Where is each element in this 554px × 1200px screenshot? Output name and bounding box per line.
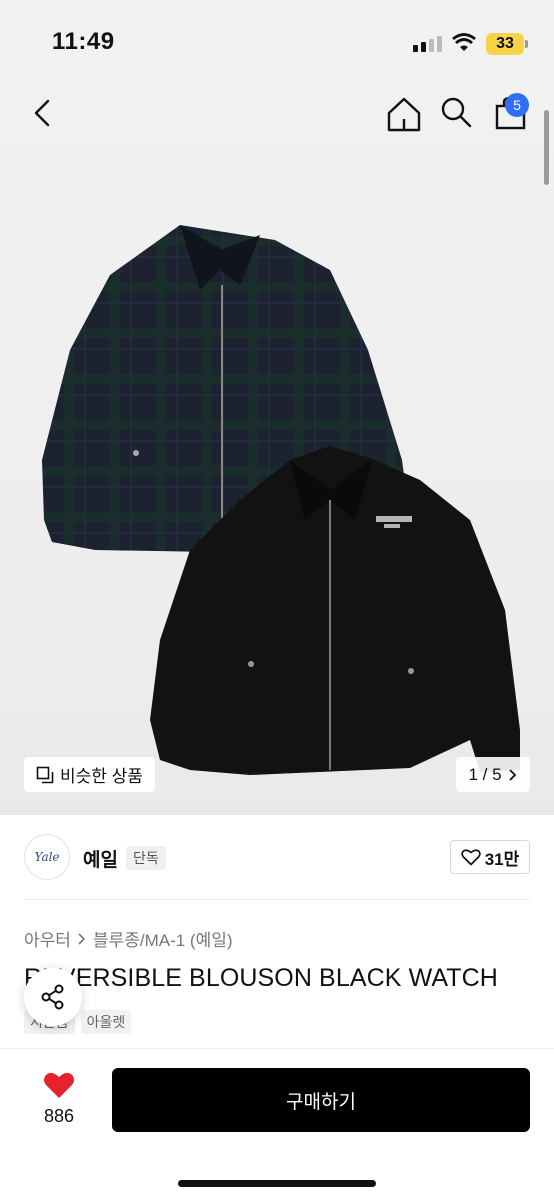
wishlist-button[interactable]: 886 bbox=[38, 1071, 80, 1127]
product-tag: 아울렛 bbox=[80, 1010, 132, 1034]
status-time: 11:49 bbox=[52, 28, 115, 55]
brand-row: Yale 예일 단독 31만 bbox=[24, 834, 530, 880]
back-icon[interactable] bbox=[26, 96, 60, 130]
wishlist-count: 886 bbox=[43, 1106, 75, 1126]
home-indicator bbox=[178, 1180, 376, 1187]
scrollbar[interactable] bbox=[544, 110, 549, 185]
exclusive-badge: 단독 bbox=[126, 846, 166, 870]
cart-count-badge: 5 bbox=[505, 93, 529, 117]
status-bar: 11:49 33 bbox=[0, 0, 554, 80]
product-image-gallery[interactable] bbox=[0, 80, 554, 815]
search-icon[interactable] bbox=[438, 94, 474, 130]
brand-like-count: 31만 bbox=[484, 849, 520, 869]
battery-tip bbox=[525, 40, 528, 48]
heart-filled-icon bbox=[43, 1072, 75, 1098]
brand-logo[interactable]: Yale bbox=[24, 834, 70, 880]
chevron-right-icon bbox=[78, 932, 86, 945]
pager-text: 1 / 5 bbox=[468, 764, 502, 784]
cellular-signal-icon bbox=[413, 36, 442, 52]
home-icon[interactable] bbox=[384, 94, 424, 134]
breadcrumb-subcategory[interactable]: 블루종/MA-1 (예일) bbox=[93, 926, 233, 951]
share-icon bbox=[41, 984, 64, 1010]
similar-products-button[interactable]: 비슷한 상품 bbox=[24, 757, 155, 792]
brand-like-button[interactable]: 31만 bbox=[450, 840, 530, 874]
brand-name[interactable]: 예일 bbox=[83, 845, 118, 872]
chevron-right-icon bbox=[508, 768, 516, 781]
breadcrumb-category[interactable]: 아우터 bbox=[24, 926, 71, 951]
gallery-pager[interactable]: 1 / 5 bbox=[456, 757, 530, 792]
wifi-icon bbox=[452, 33, 476, 51]
divider bbox=[24, 899, 530, 900]
product-photo bbox=[42, 225, 520, 775]
buy-button[interactable]: 구매하기 bbox=[112, 1068, 530, 1132]
copy-icon bbox=[36, 766, 54, 783]
product-title: REVERSIBLE BLOUSON BLACK WATCH bbox=[24, 964, 498, 992]
purchase-bar: 886 구매하기 bbox=[0, 1048, 554, 1200]
battery-indicator: 33 bbox=[486, 33, 524, 55]
similar-products-label: 비슷한 상품 bbox=[60, 767, 143, 786]
heart-outline-icon bbox=[460, 849, 481, 866]
share-button[interactable] bbox=[24, 968, 82, 1026]
breadcrumb: 아우터 블루종/MA-1 (예일) bbox=[24, 926, 233, 951]
